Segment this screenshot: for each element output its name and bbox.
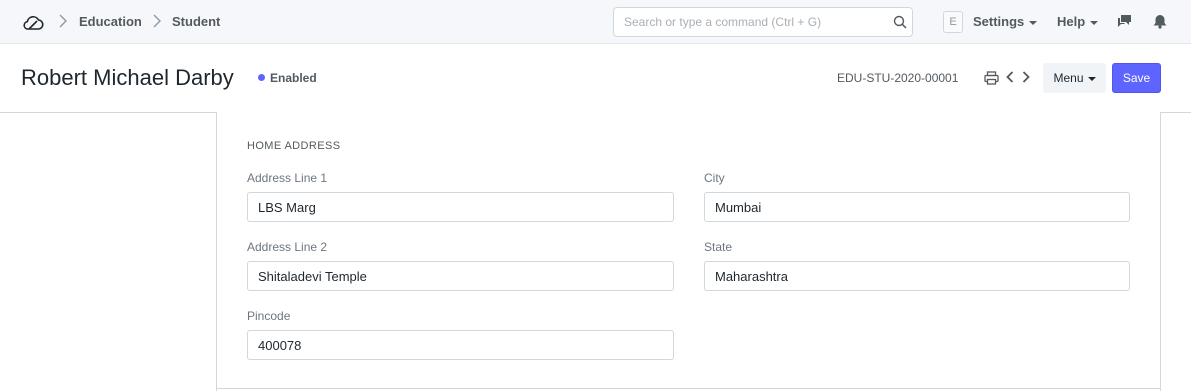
chat-icon[interactable] <box>1117 13 1133 29</box>
help-label: Help <box>1057 14 1086 29</box>
section-title: HOME ADDRESS <box>247 140 341 152</box>
breadcrumb-student[interactable]: Student <box>172 14 220 30</box>
chevron-down-icon <box>1029 20 1038 25</box>
menu-button[interactable]: Menu <box>1043 63 1106 93</box>
page-title: Robert Michael Darby <box>21 65 234 90</box>
search-input[interactable] <box>614 8 884 36</box>
cloud-logo-icon[interactable] <box>21 12 45 32</box>
top-navbar: Education Student E Settings Help <box>0 0 1191 44</box>
menu-label: Menu <box>1053 71 1084 85</box>
status-dot-icon <box>258 74 265 81</box>
settings-label: Settings <box>973 14 1025 29</box>
search-box <box>613 7 913 37</box>
document-id: EDU-STU-2020-00001 <box>837 71 959 85</box>
address-line-2-input[interactable] <box>247 261 674 291</box>
user-avatar[interactable]: E <box>943 11 963 33</box>
previous-record-icon[interactable] <box>1005 70 1015 84</box>
print-icon[interactable] <box>984 71 999 85</box>
state-input[interactable] <box>704 261 1130 291</box>
form-section-divider <box>216 388 1161 389</box>
status-label: Enabled <box>270 71 317 85</box>
pincode-input[interactable] <box>247 330 674 360</box>
status-badge: Enabled <box>258 71 317 85</box>
state-label: State <box>704 240 733 254</box>
city-input[interactable] <box>704 192 1130 222</box>
next-record-icon[interactable] <box>1021 70 1031 84</box>
chevron-down-icon <box>1090 20 1099 25</box>
city-label: City <box>704 171 725 185</box>
chevron-down-icon <box>1087 76 1096 81</box>
search-icon[interactable] <box>893 15 907 29</box>
address-line-1-input[interactable] <box>247 192 674 222</box>
address-line-1-label: Address Line 1 <box>247 171 328 185</box>
bell-icon[interactable] <box>1153 14 1167 29</box>
pincode-label: Pincode <box>247 309 291 323</box>
help-menu[interactable]: Help <box>1057 14 1099 30</box>
breadcrumb-chevron-icon <box>153 14 161 28</box>
address-line-2-label: Address Line 2 <box>247 240 328 254</box>
save-button[interactable]: Save <box>1112 63 1161 93</box>
settings-menu[interactable]: Settings <box>973 14 1038 30</box>
breadcrumb-chevron-icon <box>59 14 67 28</box>
breadcrumb-education[interactable]: Education <box>79 14 142 30</box>
